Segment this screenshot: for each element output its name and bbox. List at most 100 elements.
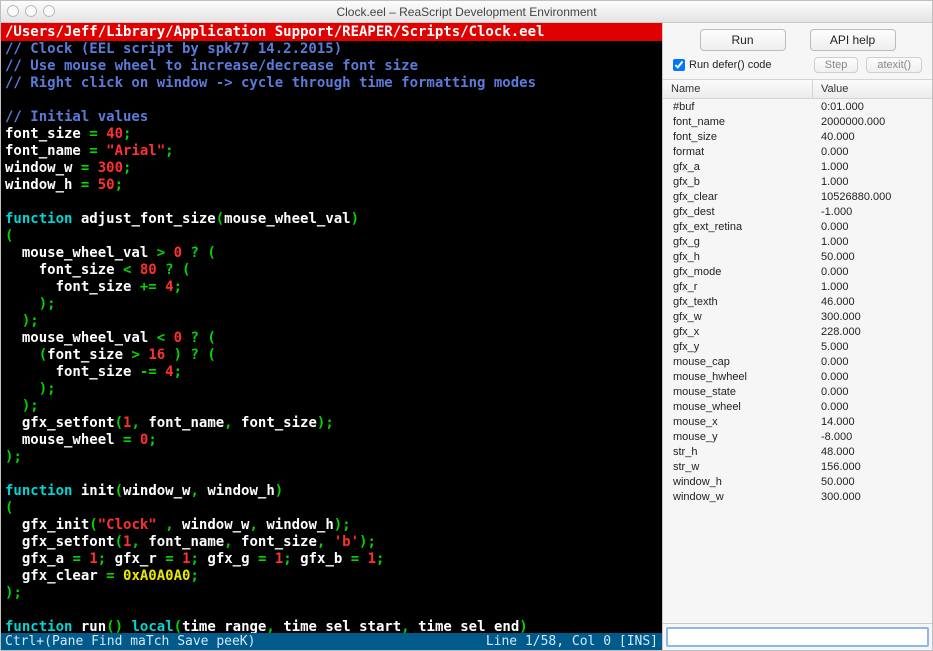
variable-value: 300.000 — [813, 491, 932, 503]
variable-value: 46.000 — [813, 296, 932, 308]
minimize-icon[interactable] — [25, 5, 37, 17]
variable-name: mouse_y — [663, 431, 813, 443]
variable-name: gfx_r — [663, 281, 813, 293]
api-help-button[interactable]: API help — [810, 29, 896, 51]
variable-value: 0.000 — [813, 401, 932, 413]
variable-value: 0.000 — [813, 266, 932, 278]
variable-name: format — [663, 146, 813, 158]
run-defer-checkbox[interactable]: Run defer() code — [673, 59, 772, 71]
close-icon[interactable] — [7, 5, 19, 17]
variable-value: 5.000 — [813, 341, 932, 353]
variable-row[interactable]: gfx_ext_retina0.000 — [663, 219, 932, 234]
variable-row[interactable]: font_name2000000.000 — [663, 114, 932, 129]
variable-row[interactable]: gfx_b1.000 — [663, 174, 932, 189]
variable-name: window_w — [663, 491, 813, 503]
command-input-wrap — [663, 623, 932, 650]
variable-name: gfx_h — [663, 251, 813, 263]
variable-value: -8.000 — [813, 431, 932, 443]
variable-row[interactable]: gfx_mode0.000 — [663, 264, 932, 279]
editor-pane: /Users/Jeff/Library/Application Support/… — [1, 23, 662, 650]
col-value[interactable]: Value — [813, 80, 932, 98]
variable-row[interactable]: mouse_hwheel0.000 — [663, 369, 932, 384]
variable-row[interactable]: mouse_wheel0.000 — [663, 399, 932, 414]
variable-name: mouse_wheel — [663, 401, 813, 413]
variable-value: 0.000 — [813, 221, 932, 233]
variable-value: 1.000 — [813, 236, 932, 248]
variable-name: gfx_ext_retina — [663, 221, 813, 233]
variable-value: 300.000 — [813, 311, 932, 323]
variable-row[interactable]: #buf0:01.000 — [663, 99, 932, 114]
file-path-bar: /Users/Jeff/Library/Application Support/… — [1, 23, 662, 41]
variable-row[interactable]: mouse_cap0.000 — [663, 354, 932, 369]
variable-name: gfx_a — [663, 161, 813, 173]
variable-value: 50.000 — [813, 251, 932, 263]
variable-name: gfx_mode — [663, 266, 813, 278]
variable-row[interactable]: mouse_x14.000 — [663, 414, 932, 429]
variable-row[interactable]: gfx_dest-1.000 — [663, 204, 932, 219]
variable-name: gfx_x — [663, 326, 813, 338]
variable-name: gfx_g — [663, 236, 813, 248]
variable-row[interactable]: font_size40.000 — [663, 129, 932, 144]
variable-value: 1.000 — [813, 161, 932, 173]
variable-value: 0.000 — [813, 371, 932, 383]
variable-name: gfx_texth — [663, 296, 813, 308]
variable-name: mouse_cap — [663, 356, 813, 368]
variable-name: mouse_x — [663, 416, 813, 428]
variable-row[interactable]: gfx_texth46.000 — [663, 294, 932, 309]
status-right: Line 1/58, Col 0 [INS] — [486, 634, 658, 649]
titlebar[interactable]: Clock.eel – ReaScript Development Enviro… — [1, 1, 932, 23]
variable-row[interactable]: gfx_clear10526880.000 — [663, 189, 932, 204]
col-name[interactable]: Name — [663, 80, 813, 98]
variable-name: font_size — [663, 131, 813, 143]
variable-name: mouse_state — [663, 386, 813, 398]
variable-value: 14.000 — [813, 416, 932, 428]
run-button[interactable]: Run — [700, 29, 786, 51]
variable-value: 10526880.000 — [813, 191, 932, 203]
variable-row[interactable]: window_w300.000 — [663, 489, 932, 504]
variable-name: gfx_b — [663, 176, 813, 188]
variable-name: gfx_dest — [663, 206, 813, 218]
side-panel: Run API help Run defer() code Step atexi… — [662, 23, 932, 650]
variable-row[interactable]: gfx_w300.000 — [663, 309, 932, 324]
variable-row[interactable]: gfx_r1.000 — [663, 279, 932, 294]
variables-header[interactable]: Name Value — [663, 79, 932, 99]
variable-row[interactable]: mouse_state0.000 — [663, 384, 932, 399]
variable-value: 50.000 — [813, 476, 932, 488]
zoom-icon[interactable] — [43, 5, 55, 17]
variable-value: 0.000 — [813, 356, 932, 368]
code-comment: // Right click on window -> cycle throug… — [5, 75, 536, 91]
run-defer-label: Run defer() code — [689, 59, 772, 71]
variable-row[interactable]: gfx_x228.000 — [663, 324, 932, 339]
step-button[interactable]: Step — [814, 57, 859, 73]
variable-row[interactable]: window_h50.000 — [663, 474, 932, 489]
variable-value: -1.000 — [813, 206, 932, 218]
variable-row[interactable]: str_h48.000 — [663, 444, 932, 459]
variable-row[interactable]: gfx_a1.000 — [663, 159, 932, 174]
variable-row[interactable]: gfx_g1.000 — [663, 234, 932, 249]
code-comment: // Clock (EEL script by spk77 14.2.2015) — [5, 41, 342, 57]
variable-row[interactable]: gfx_h50.000 — [663, 249, 932, 264]
variable-value: 48.000 — [813, 446, 932, 458]
variable-name: mouse_hwheel — [663, 371, 813, 383]
status-left: Ctrl+(Pane Find maTch Save peeK) — [5, 634, 255, 649]
traffic-lights — [7, 5, 55, 17]
code-comment: // Initial values — [5, 109, 148, 125]
variable-name: gfx_w — [663, 311, 813, 323]
variable-value: 1.000 — [813, 176, 932, 188]
variable-row[interactable]: gfx_y5.000 — [663, 339, 932, 354]
variable-row[interactable]: str_w156.000 — [663, 459, 932, 474]
variable-value: 156.000 — [813, 461, 932, 473]
variable-row[interactable]: format0.000 — [663, 144, 932, 159]
variable-value: 0.000 — [813, 386, 932, 398]
run-defer-input[interactable] — [673, 59, 685, 71]
code-editor[interactable]: // Clock (EEL script by spk77 14.2.2015)… — [1, 41, 662, 633]
atexit-button[interactable]: atexit() — [866, 57, 922, 73]
status-bar: Ctrl+(Pane Find maTch Save peeK) Line 1/… — [1, 633, 662, 650]
variables-list[interactable]: #buf0:01.000font_name2000000.000font_siz… — [663, 99, 932, 623]
variable-value: 0.000 — [813, 146, 932, 158]
command-input[interactable] — [666, 627, 929, 647]
variable-name: #buf — [663, 101, 813, 113]
variable-name: str_h — [663, 446, 813, 458]
variable-value: 228.000 — [813, 326, 932, 338]
variable-row[interactable]: mouse_y-8.000 — [663, 429, 932, 444]
